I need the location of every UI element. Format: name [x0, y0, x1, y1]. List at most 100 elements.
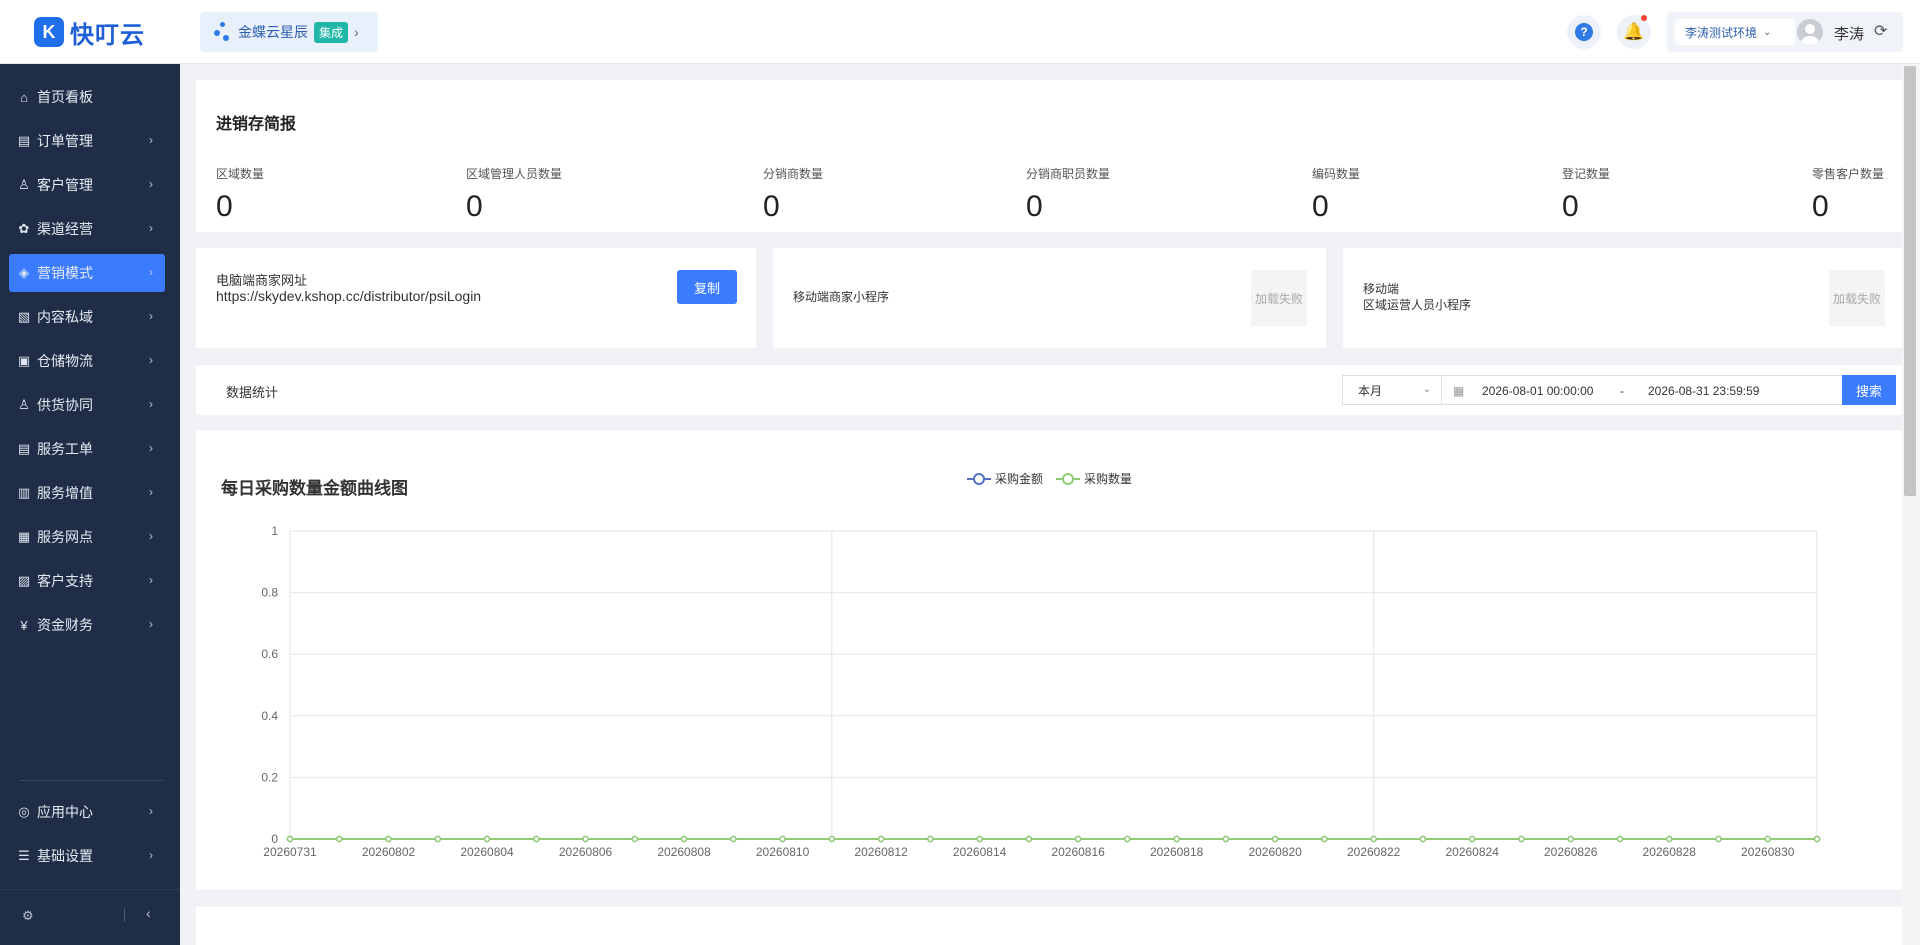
end-date-input[interactable]: 2026-08-31 23:59:59: [1648, 384, 1759, 398]
chevron-right-icon: ›: [149, 441, 153, 455]
data-point: [336, 835, 343, 843]
x-tick-label: 20260802: [362, 845, 416, 859]
help-button[interactable]: ?: [1567, 15, 1601, 49]
user-name[interactable]: 李涛: [1834, 23, 1864, 44]
date-range-separator: -: [1620, 384, 1624, 398]
notification-button[interactable]: 🔔: [1617, 15, 1651, 49]
gear-icon[interactable]: ⚙: [22, 908, 34, 924]
mini-program-qrcode: 加载失败: [1251, 270, 1307, 326]
sidebar-item-label: 营销模式: [37, 265, 93, 281]
data-point: [877, 835, 885, 843]
collapse-sidebar-icon[interactable]: ‹: [146, 905, 151, 921]
sidebar-item-1[interactable]: ◎ 应用中心 ›: [9, 793, 165, 831]
stat-value: 0: [216, 190, 233, 223]
sidebar-item-9[interactable]: ▤ 服务工单 ›: [9, 430, 165, 468]
data-point: [1616, 835, 1624, 843]
sidebar-item-12[interactable]: ▨ 客户支持 ›: [9, 562, 165, 600]
sidebar-footer: ⚙ ‹: [0, 889, 180, 945]
home-icon: ⌂: [20, 89, 28, 105]
next-card: [196, 907, 1902, 945]
period-select[interactable]: 本月 ⌄: [1342, 375, 1442, 405]
line-chart: 0 0.2 0.4 0.6 0.8 1 20260731 20260802 20260804 20…: [261, 524, 1821, 859]
chevron-right-icon: ›: [149, 309, 153, 323]
sidebar-item-2[interactable]: ▤ 订单管理 ›: [9, 122, 165, 160]
x-tick-label: 20260814: [953, 845, 1007, 859]
stat-label: 分销商职员数量: [1026, 167, 1111, 181]
stat-value: 0: [1312, 190, 1329, 223]
sidebar-item-6[interactable]: ▧ 内容私域 ›: [9, 298, 165, 336]
data-point: [1321, 835, 1328, 843]
chevron-right-icon: ›: [149, 177, 153, 191]
sidebar-item-label: 服务网点: [37, 529, 93, 545]
stat-item: 登记数量 0: [1562, 165, 1610, 224]
warehouse-icon: ▣: [17, 353, 31, 368]
sidebar-item-4[interactable]: ✿ 渠道经营 ›: [9, 210, 165, 248]
user-box: 李涛测试环境 ⌄ 李涛 ⟳: [1667, 12, 1903, 52]
chevron-right-icon: ›: [149, 804, 153, 818]
search-button[interactable]: 搜索: [1842, 375, 1896, 405]
chevron-right-icon: ›: [149, 133, 153, 147]
chevron-right-icon: ›: [149, 485, 153, 499]
pc-url-value[interactable]: https://skydev.kshop.cc/distributor/psiL…: [216, 288, 481, 304]
sidebar-item-11[interactable]: ▦ 服务网点 ›: [9, 518, 165, 556]
x-tick-label: 20260810: [756, 845, 810, 859]
bag-icon: ▥: [17, 485, 31, 500]
stat-value: 0: [1812, 190, 1829, 223]
sidebar-item-3[interactable]: ♙ 客户管理 ›: [9, 166, 165, 204]
top-bar: K 快叮云 金蝶云星辰 集成 › ? 🔔 李涛测试环境 ⌄ 李涛 ⟳: [0, 0, 1920, 64]
environment-select[interactable]: 李涛测试环境 ⌄: [1675, 19, 1795, 45]
scrollbar-thumb[interactable]: [1904, 66, 1916, 496]
sidebar-item-2[interactable]: ☰ 基础设置 ›: [9, 837, 165, 875]
sidebar-item-13[interactable]: ¥ 资金财务 ›: [9, 606, 165, 644]
data-point: [1074, 835, 1082, 843]
region-program-label-2: 区域运营人员小程序: [1363, 298, 1472, 312]
data-point: [1518, 835, 1525, 843]
chevron-right-icon: ›: [354, 24, 359, 40]
sidebar-item-label: 资金财务: [37, 617, 93, 633]
order-icon: ▤: [17, 133, 31, 148]
data-point: [1567, 835, 1574, 843]
sidebar-item-10[interactable]: ▥ 服务增值 ›: [9, 474, 165, 512]
data-point: [434, 835, 442, 843]
mini-program-card: 移动端商家小程序 加载失败: [773, 248, 1326, 348]
start-date-input[interactable]: 2026-08-01 00:00:00: [1482, 384, 1593, 398]
copy-button[interactable]: 复制: [677, 270, 737, 304]
sidebar-item-label: 服务增值: [37, 485, 93, 501]
summary-title: 进销存简报: [216, 116, 297, 133]
sidebar-item-5[interactable]: ◈ 营销模式 ›: [9, 254, 165, 292]
chart-card: 每日采购数量金额曲线图 采购金额 采购数量 0 0.2 0.4 0.6 0.8 1 2026…: [196, 430, 1902, 890]
date-range-picker[interactable]: ▦ 2026-08-01 00:00:00 - 2026-08-31 23:59…: [1441, 375, 1843, 405]
data-point: [1025, 835, 1033, 843]
stat-label: 分销商数量: [763, 167, 824, 181]
sidebar-divider: [20, 780, 163, 781]
sidebar-item-8[interactable]: ♙ 供货协同 ›: [9, 386, 165, 424]
stat-value: 0: [1562, 190, 1579, 223]
data-point: [1271, 835, 1279, 843]
chevron-right-icon: ›: [149, 265, 153, 279]
brand-logo[interactable]: K 快叮云: [34, 16, 145, 49]
data-point: [779, 835, 786, 843]
x-tick-label: 20260804: [460, 845, 514, 859]
data-stats-title: 数据统计: [226, 385, 279, 400]
stat-label: 登记数量: [1562, 167, 1611, 181]
data-point: [1715, 835, 1722, 843]
sidebar-item-7[interactable]: ▣ 仓储物流 ›: [9, 342, 165, 380]
sidebar-item-label: 供货协同: [37, 397, 93, 413]
store-icon: ▦: [17, 529, 31, 544]
sidebar-item-label: 服务工单: [37, 441, 93, 457]
refresh-icon[interactable]: ⟳: [1874, 21, 1887, 41]
stat-item: 零售客户数量 0: [1812, 165, 1884, 224]
sidebar-item-1[interactable]: ⌂ 首页看板: [9, 78, 165, 116]
support-icon: ▨: [17, 573, 31, 588]
data-point: [631, 835, 639, 843]
stat-label: 零售客户数量: [1812, 167, 1885, 181]
region-program-label-1: 移动端: [1363, 282, 1400, 296]
ticket-icon: ▤: [17, 441, 31, 456]
stat-value: 0: [466, 190, 483, 223]
avatar[interactable]: [1797, 19, 1823, 45]
help-icon: ?: [1575, 23, 1593, 41]
x-tick-label: 20260816: [1051, 845, 1105, 859]
integration-switch[interactable]: 金蝶云星辰 集成 ›: [200, 12, 378, 52]
chevron-right-icon: ›: [149, 617, 153, 631]
pc-url-card: 电脑端商家网址 https://skydev.kshop.cc/distribu…: [196, 248, 756, 348]
